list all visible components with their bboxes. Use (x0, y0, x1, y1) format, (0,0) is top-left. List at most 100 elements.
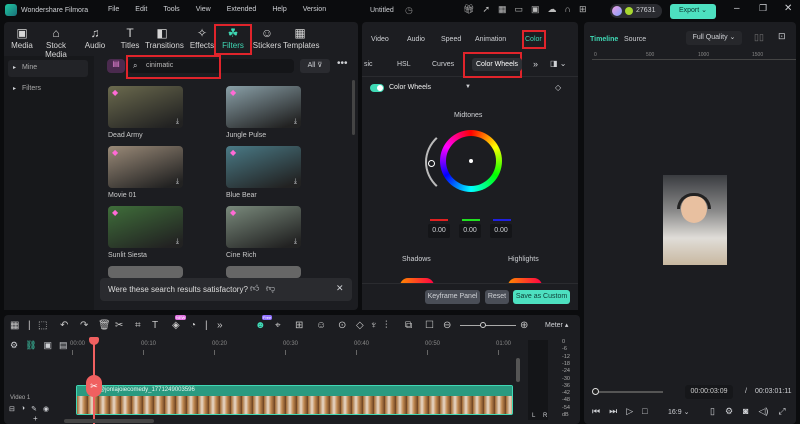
sidebar-item-mine[interactable]: ▸Mine (8, 60, 88, 77)
collapse-icon[interactable]: ▼ (465, 84, 471, 90)
expand-icon[interactable]: » (533, 59, 538, 69)
tab-video[interactable]: Video (371, 36, 389, 43)
timeline-tool-icon[interactable]: » (217, 320, 223, 331)
stop-icon[interactable]: □ (642, 406, 647, 417)
menu-tools[interactable]: Tools (163, 6, 179, 13)
timeline-scrollbar-v[interactable] (516, 358, 520, 382)
compare-icon[interactable]: ◨ ⌄ (550, 59, 566, 68)
thumbs-down-icon[interactable]: 👎︎ (266, 283, 275, 294)
timeline-tool-icon[interactable]: ◔ (190, 320, 196, 331)
add-track-icon[interactable]: + (33, 414, 38, 423)
thumbs-up-icon[interactable]: 👍︎ (250, 283, 259, 294)
red-value[interactable]: 0.00 (428, 224, 450, 238)
tool-transitions[interactable]: ◧Transitions (145, 26, 179, 50)
volume-icon[interactable]: ◁) (758, 406, 768, 417)
tab-source[interactable]: Source (624, 36, 646, 43)
link-icon[interactable]: ⛓ (25, 340, 36, 351)
calendar-icon[interactable]: ▦ (498, 4, 507, 15)
zoom-slider[interactable] (460, 325, 516, 326)
reset-button[interactable]: Reset (485, 290, 509, 304)
restore-button[interactable]: ❐ (759, 3, 767, 14)
timeline-tool-icon[interactable]: ♆ (370, 320, 378, 331)
timeline-tool-icon[interactable]: ⫶ (385, 320, 388, 331)
green-value[interactable]: 0.00 (459, 224, 481, 238)
timeline-tool-icon[interactable]: | (205, 320, 208, 331)
timeline-tool-icon[interactable]: ◇ (356, 320, 364, 331)
timeline-tool-icon[interactable]: ⊖ (443, 320, 451, 331)
favorites-button[interactable]: ▤ (107, 59, 125, 73)
filter-thumbnail[interactable]: ◆⤓ (226, 206, 301, 248)
color-wheels-toggle[interactable] (370, 84, 384, 92)
timeline-tool-icon[interactable]: ⧉ (405, 320, 412, 331)
timeline-tool-icon[interactable]: ☻ (255, 320, 266, 331)
tab-color[interactable]: Color (525, 36, 542, 43)
cloud-icon[interactable]: ☁ (548, 4, 557, 15)
timeline-tool-icon[interactable]: ◈ (172, 320, 180, 331)
track-layout-icon[interactable]: ▤ (59, 340, 68, 351)
fullscreen-icon[interactable]: ⤢ (778, 406, 785, 417)
keyframe-diamond-icon[interactable]: ◇ (555, 83, 561, 92)
play-icon[interactable]: ▷ (626, 406, 633, 417)
timeline-tool-icon[interactable]: 🗑︎ (98, 320, 111, 331)
filter-thumbnail[interactable] (108, 266, 183, 278)
midtones-luma-slider[interactable] (425, 126, 505, 198)
tab-timeline[interactable]: Timeline (590, 36, 618, 43)
playback-slider[interactable] (595, 391, 663, 393)
timeline-tool-icon[interactable]: ⌖ (275, 320, 281, 331)
settings-icon[interactable]: ⚙ (725, 406, 733, 417)
timeline-scrollbar-h[interactable] (64, 419, 154, 423)
filter-thumbnail[interactable]: ◆⤓ (108, 86, 183, 128)
export-button[interactable]: Export ⌄ (670, 4, 716, 19)
keyframe-panel-button[interactable]: Keyframe Panel (425, 290, 480, 304)
snapshot-icon[interactable]: ◙ (743, 406, 748, 417)
more-icon[interactable]: ••• (337, 58, 348, 69)
menu-extended[interactable]: Extended (227, 6, 257, 13)
grid-icon[interactable]: ⊞ (579, 4, 587, 15)
tool-titles[interactable]: TTitles (113, 26, 147, 50)
eye-icon[interactable]: ◉ (43, 405, 49, 413)
filter-thumbnail[interactable]: ◆⤓ (226, 86, 301, 128)
layout-icon[interactable]: ▭ (515, 4, 524, 15)
prev-frame-icon[interactable]: ⏮︎ (592, 406, 600, 417)
grid-view-icon[interactable]: ▯▯ (754, 32, 764, 43)
download-icon[interactable]: ⤓ (176, 118, 179, 126)
scrollbar[interactable] (352, 80, 355, 135)
tool-stock-media[interactable]: ⌂Stock Media (39, 26, 73, 59)
download-icon[interactable]: ⤓ (176, 178, 179, 186)
folder-icon[interactable]: ⊟ (9, 405, 15, 413)
download-icon[interactable]: ⤓ (294, 118, 297, 126)
subtab-3[interactable]: Color Wheels (472, 58, 522, 71)
tool-effects[interactable]: ✧Effects (185, 26, 219, 50)
menu-version[interactable]: Version (303, 6, 326, 13)
tool-media[interactable]: ▣Media (5, 26, 39, 50)
timeline-tool-icon[interactable]: ⊕ (520, 320, 528, 331)
mark-icon[interactable]: ▯ (710, 406, 715, 417)
timeline-tool-icon[interactable]: ⊙ (338, 320, 346, 331)
subtab-0[interactable]: sic (364, 61, 373, 68)
close-feedback-icon[interactable]: ✕ (336, 283, 344, 294)
next-frame-icon[interactable]: ⏭︎ (609, 406, 617, 417)
track-add-icon[interactable]: ▣ (44, 340, 53, 351)
credits-pill[interactable]: 27631 (610, 4, 662, 18)
timeline-tool-icon[interactable]: ⊞ (295, 320, 303, 331)
timeline-tool-icon[interactable]: ▦ (10, 320, 19, 331)
timeline-tool-icon[interactable]: ☺ (316, 320, 326, 331)
sidebar-item-filters[interactable]: ▸Filters (8, 81, 88, 98)
timeline-tool-icon[interactable]: T (152, 320, 158, 331)
tab-speed[interactable]: Speed (441, 36, 461, 43)
timeline-tool-icon[interactable]: ↷ (80, 320, 88, 331)
timeline-tool-icon[interactable]: ↶ (60, 320, 68, 331)
close-button[interactable]: ✕ (784, 3, 792, 14)
tool-filters[interactable]: ☘Filters (216, 26, 250, 50)
download-icon[interactable]: ⤓ (294, 178, 297, 186)
tool-templates[interactable]: ▦Templates (283, 26, 317, 50)
filter-thumbnail[interactable]: ◆⤓ (108, 206, 183, 248)
timeline-tool-icon[interactable]: ☐ (425, 320, 434, 331)
menu-help[interactable]: Help (272, 6, 286, 13)
download-icon[interactable]: ⤓ (294, 238, 297, 246)
minimize-button[interactable]: – (734, 3, 740, 14)
menu-edit[interactable]: Edit (135, 6, 147, 13)
aspect-ratio-dropdown[interactable]: 16:9 ⌄ (668, 408, 689, 416)
menu-file[interactable]: File (108, 6, 119, 13)
audio-icon[interactable]: ◑ (21, 405, 25, 413)
